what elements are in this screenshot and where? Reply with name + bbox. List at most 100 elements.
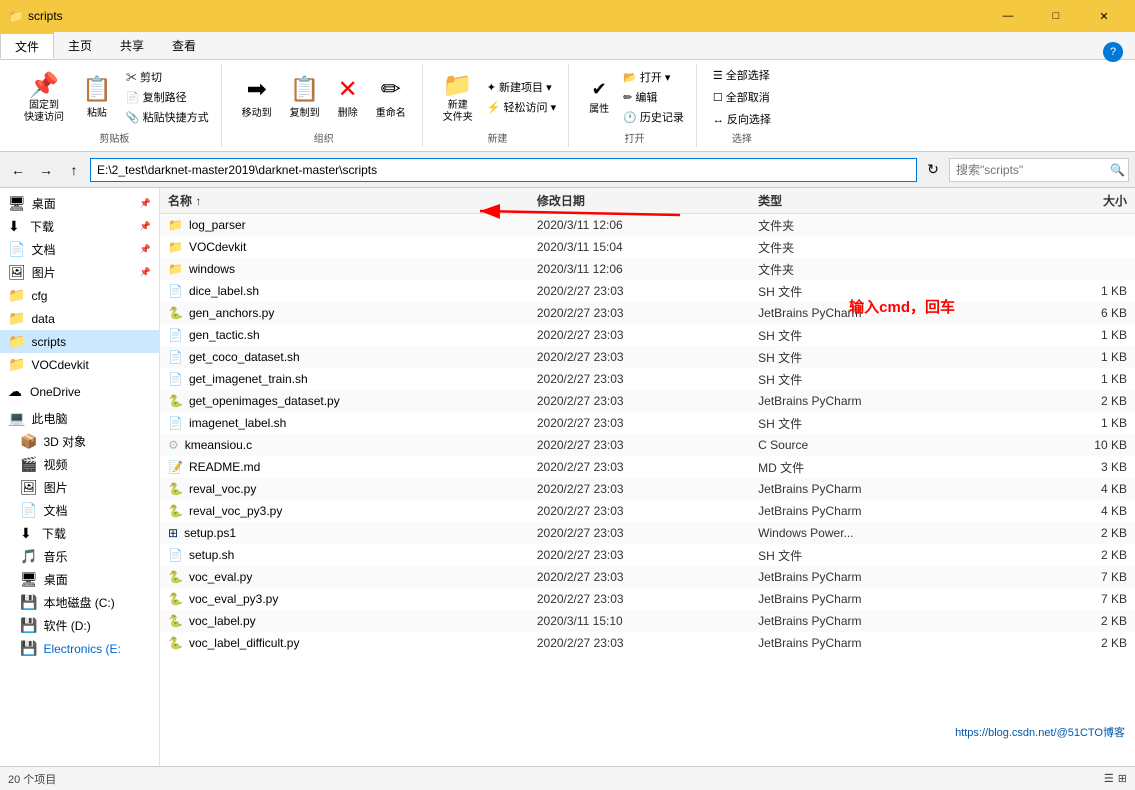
table-row[interactable]: 📄 gen_tactic.sh 2020/2/27 23:03 SH 文件 1 … [160, 324, 1135, 346]
file-date-cell: 2020/2/27 23:03 [537, 548, 758, 562]
table-row[interactable]: 🐍 voc_eval.py 2020/2/27 23:03 JetBrains … [160, 566, 1135, 588]
tab-view[interactable]: 查看 [158, 32, 210, 59]
table-row[interactable]: 📄 imagenet_label.sh 2020/2/27 23:03 SH 文… [160, 412, 1135, 434]
sidebar-item-docs-quick[interactable]: 📄 文档 📌 [0, 238, 159, 261]
sidebar-item-video[interactable]: 🎬 视频 [0, 453, 159, 476]
sidebar-item-vocdevkit[interactable]: 📁 VOCdevkit [0, 353, 159, 376]
table-row[interactable]: 🐍 get_openimages_dataset.py 2020/2/27 23… [160, 390, 1135, 412]
sidebar-item-drive-c[interactable]: 💾 本地磁盘 (C:) [0, 591, 159, 614]
file-name-cell: 📁 windows [168, 262, 537, 276]
new-item-button[interactable]: ✦ 新建项目 ▾ [483, 78, 560, 96]
sidebar-item-scripts[interactable]: 📁 scripts [0, 330, 159, 353]
file-type-cell: SH 文件 [758, 349, 979, 366]
organize-group: ➡ 移动到 📋 复制到 ✕ 删除 ✏ 重命名 组织 [226, 64, 423, 147]
col-header-date[interactable]: 修改日期 [537, 192, 758, 209]
table-row[interactable]: 🐍 reval_voc.py 2020/2/27 23:03 JetBrains… [160, 478, 1135, 500]
minimize-button[interactable]: — [985, 0, 1031, 32]
file-icon: 🐍 [168, 592, 183, 606]
file-size-cell: 2 KB [979, 614, 1127, 628]
file-type-cell: JetBrains PyCharm [758, 482, 979, 496]
col-header-type[interactable]: 类型 [758, 192, 979, 209]
select-none-button[interactable]: ☐ 全部取消 [709, 88, 775, 106]
copy-to-button[interactable]: 📋 复制到 [282, 71, 328, 123]
sidebar-item-onedrive[interactable]: ☁ OneDrive [0, 380, 159, 403]
sidebar-item-docs[interactable]: 📄 文档 [0, 499, 159, 522]
history-button[interactable]: 🕐 历史记录 [619, 108, 688, 126]
sidebar-item-data[interactable]: 📁 data [0, 307, 159, 330]
up-button[interactable]: ↑ [62, 158, 86, 182]
file-size-cell: 2 KB [979, 548, 1127, 562]
address-input[interactable] [90, 158, 917, 182]
file-date-cell: 2020/2/27 23:03 [537, 438, 758, 452]
tab-share[interactable]: 共享 [106, 32, 158, 59]
refresh-button[interactable]: ↻ [921, 158, 945, 182]
easy-access-button[interactable]: ⚡ 轻松访问 ▾ [483, 98, 560, 116]
col-header-name[interactable]: 名称 ↑ [168, 192, 537, 209]
help-button[interactable]: ? [1103, 42, 1123, 62]
file-header: 名称 ↑ 修改日期 类型 大小 [160, 188, 1135, 214]
col-header-size[interactable]: 大小 [979, 192, 1127, 209]
table-row[interactable]: 📄 setup.sh 2020/2/27 23:03 SH 文件 2 KB [160, 544, 1135, 566]
select-all-button[interactable]: ☰ 全部选择 [709, 66, 775, 84]
table-row[interactable]: 🐍 voc_eval_py3.py 2020/2/27 23:03 JetBra… [160, 588, 1135, 610]
file-icon: 📄 [168, 350, 183, 364]
new-buttons: 📁 新建文件夹 ✦ 新建项目 ▾ ⚡ 轻松访问 ▾ [435, 66, 560, 128]
sidebar-item-desktop-quick[interactable]: 🖥 桌面 📌 [0, 192, 159, 215]
file-icon: 📄 [168, 548, 183, 562]
back-button[interactable]: ← [6, 158, 30, 182]
edit-button[interactable]: ✏ 编辑 [619, 88, 688, 106]
paste-shortcut-button[interactable]: 📎 粘贴快捷方式 [122, 108, 213, 126]
table-row[interactable]: 📁 VOCdevkit 2020/3/11 15:04 文件夹 [160, 236, 1135, 258]
sidebar-item-music[interactable]: 🎵 音乐 [0, 545, 159, 568]
file-name-cell: 📄 imagenet_label.sh [168, 416, 537, 430]
rename-button[interactable]: ✏ 重命名 [368, 71, 414, 123]
file-type-cell: JetBrains PyCharm [758, 570, 979, 584]
sidebar-item-pics[interactable]: 🖼 图片 [0, 476, 159, 499]
move-to-button[interactable]: ➡ 移动到 [234, 71, 280, 123]
open-button[interactable]: 📂 打开 ▾ [619, 68, 688, 86]
new-folder-button[interactable]: 📁 新建文件夹 [435, 67, 481, 128]
table-row[interactable]: 🐍 voc_label_difficult.py 2020/2/27 23:03… [160, 632, 1135, 654]
table-row[interactable]: 🐍 gen_anchors.py 2020/2/27 23:03 JetBrai… [160, 302, 1135, 324]
sidebar-item-pics-quick[interactable]: 🖼 图片 📌 [0, 261, 159, 284]
table-row[interactable]: 📁 windows 2020/3/11 12:06 文件夹 [160, 258, 1135, 280]
invert-selection-button[interactable]: ↔ 反向选择 [709, 110, 775, 128]
table-row[interactable]: 📄 dice_label.sh 2020/2/27 23:03 SH 文件 1 … [160, 280, 1135, 302]
open-group: ✔ 属性 📂 打开 ▾ ✏ 编辑 🕐 历史记录 打开 [573, 64, 697, 147]
open-sub-group: 📂 打开 ▾ ✏ 编辑 🕐 历史记录 [619, 68, 688, 126]
table-row[interactable]: 📁 log_parser 2020/3/11 12:06 文件夹 [160, 214, 1135, 236]
maximize-button[interactable]: □ [1033, 0, 1079, 32]
sidebar-item-drive-e[interactable]: 💾 Electronics (E: [0, 637, 159, 660]
table-row[interactable]: 🐍 reval_voc_py3.py 2020/2/27 23:03 JetBr… [160, 500, 1135, 522]
sidebar-item-cfg[interactable]: 📁 cfg [0, 284, 159, 307]
search-input[interactable] [949, 158, 1129, 182]
forward-button[interactable]: → [34, 158, 58, 182]
table-row[interactable]: 📝 README.md 2020/2/27 23:03 MD 文件 3 KB [160, 456, 1135, 478]
file-icon: 📁 [168, 240, 183, 254]
sidebar-item-download[interactable]: ⬇ 下载 [0, 522, 159, 545]
table-row[interactable]: 📄 get_imagenet_train.sh 2020/2/27 23:03 … [160, 368, 1135, 390]
table-row[interactable]: ⊞ setup.ps1 2020/2/27 23:03 Windows Powe… [160, 522, 1135, 544]
close-button[interactable]: ✕ [1081, 0, 1127, 32]
pin-to-quick-access-button[interactable]: 📌 固定到快速访问 [16, 67, 72, 128]
sidebar-item-3d[interactable]: 📦 3D 对象 [0, 430, 159, 453]
tab-file[interactable]: 文件 [0, 32, 54, 59]
delete-button[interactable]: ✕ 删除 [330, 71, 366, 123]
status-count: 20 个项目 [8, 771, 56, 787]
cut-button[interactable]: ✂ 剪切 [122, 68, 213, 86]
table-row[interactable]: 📄 get_coco_dataset.sh 2020/2/27 23:03 SH… [160, 346, 1135, 368]
paste-button[interactable]: 📋 粘贴 [74, 71, 120, 123]
sidebar-item-download-quick[interactable]: ⬇ 下载 📌 [0, 215, 159, 238]
sidebar-item-desktop[interactable]: 🖥 桌面 [0, 568, 159, 591]
file-name-cell: 📄 setup.sh [168, 548, 537, 562]
new-label: 新建 [487, 128, 507, 145]
file-date-cell: 2020/2/27 23:03 [537, 372, 758, 386]
sidebar-item-this-pc[interactable]: 💻 此电脑 [0, 407, 159, 430]
file-size-cell: 1 KB [979, 372, 1127, 386]
tab-home[interactable]: 主页 [54, 32, 106, 59]
table-row[interactable]: 🐍 voc_label.py 2020/3/11 15:10 JetBrains… [160, 610, 1135, 632]
sidebar-item-drive-d[interactable]: 💾 软件 (D:) [0, 614, 159, 637]
copy-path-button[interactable]: 📄 复制路径 [122, 88, 213, 106]
properties-button[interactable]: ✔ 属性 [581, 75, 617, 119]
table-row[interactable]: ⚙ kmeansiou.c 2020/2/27 23:03 C Source 1… [160, 434, 1135, 456]
